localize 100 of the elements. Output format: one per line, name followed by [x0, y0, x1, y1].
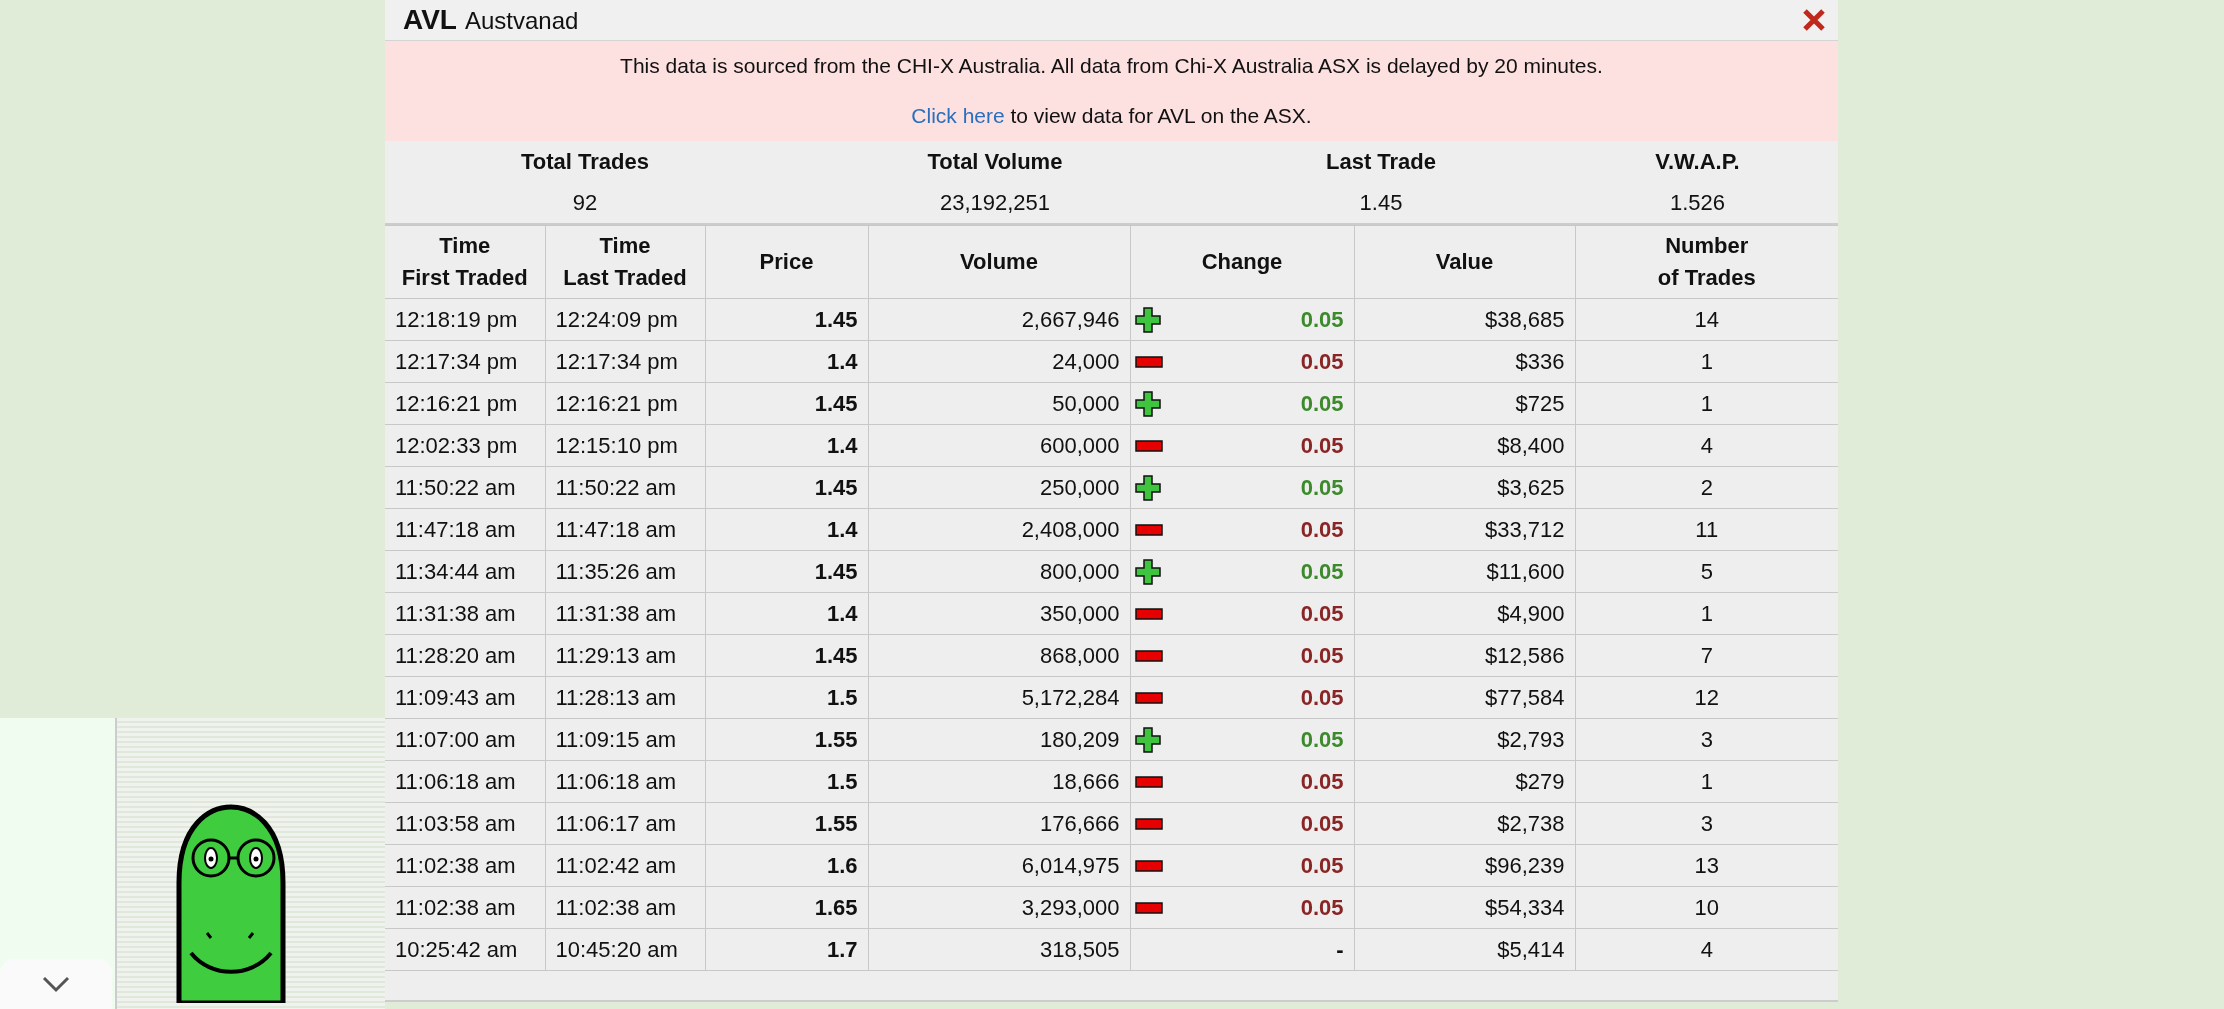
close-icon[interactable] [1802, 8, 1826, 32]
column-header: Change [1130, 225, 1354, 299]
stock-code: AVL [403, 4, 457, 36]
change-value: 0.05 [1300, 432, 1344, 459]
table-cell: $96,239 [1354, 844, 1575, 887]
table-cell: 11:06:18 am [545, 760, 705, 803]
column-header: Time First Traded [385, 225, 545, 299]
table-cell: 11:34:44 am [385, 550, 545, 593]
change-value: 0.05 [1300, 348, 1344, 375]
table-cell: $11,600 [1354, 550, 1575, 593]
table-cell: $336 [1354, 340, 1575, 383]
table-cell: 1.45 [705, 634, 868, 677]
table-cell: 868,000 [868, 634, 1130, 677]
table-cell: 176,666 [868, 802, 1130, 845]
column-header: Volume [868, 225, 1130, 299]
notice-text: This data is sourced from the CHI-X Australia. All data from Chi-X Australia ASX is delayed by 20 minutes. [620, 54, 1603, 78]
change-value: 0.05 [1300, 726, 1344, 753]
chevron-down-icon [41, 975, 71, 993]
table-cell: 11:47:18 am [545, 508, 705, 551]
table-cell: 1.65 [705, 886, 868, 929]
change-value: 0.05 [1300, 852, 1344, 879]
change-value: 0.05 [1300, 642, 1344, 669]
change-value: 0.05 [1300, 810, 1344, 837]
table-cell: 12:17:34 pm [385, 340, 545, 383]
table-cell: 1.7 [705, 928, 868, 971]
table-cell: $38,685 [1354, 298, 1575, 341]
column-header: Price [705, 225, 868, 299]
table-cell: 1.45 [705, 298, 868, 341]
company-name: Austvanad [464, 7, 579, 35]
table-cell: 12:02:33 pm [385, 424, 545, 467]
summary-value: 1.526 [1669, 189, 1726, 216]
table-cell: 12:16:21 pm [385, 382, 545, 425]
table-cell: 12:18:19 pm [385, 298, 545, 341]
table-cell: $2,738 [1354, 802, 1575, 845]
table-cell: 1.55 [705, 802, 868, 845]
change-value: 0.05 [1300, 474, 1344, 501]
table-cell: 12:15:10 pm [545, 424, 705, 467]
table-cell: 10:45:20 am [545, 928, 705, 971]
table-cell: 11:02:38 am [545, 886, 705, 929]
table-cell: $279 [1354, 760, 1575, 803]
table-cell: 11:29:13 am [545, 634, 705, 677]
table-cell: 6,014,975 [868, 844, 1130, 887]
column-header: Value [1354, 225, 1575, 299]
table-cell: 2,667,946 [868, 298, 1130, 341]
table-cell: $4,900 [1354, 592, 1575, 635]
summary-label: Total Trades [521, 148, 649, 175]
table-cell: 11:02:38 am [385, 886, 545, 929]
table-cell: 11:07:00 am [385, 718, 545, 761]
table-cell: 180,209 [868, 718, 1130, 761]
change-value: 0.05 [1300, 558, 1344, 585]
change-value: 0.05 [1300, 768, 1344, 795]
table-cell: 11:47:18 am [385, 508, 545, 551]
table-cell: 800,000 [868, 550, 1130, 593]
table-cell: 11:28:20 am [385, 634, 545, 677]
table-cell: 11:50:22 am [545, 466, 705, 509]
column-header: Time Last Traded [545, 225, 705, 299]
table-cell: 11:09:15 am [545, 718, 705, 761]
table-cell: 11:31:38 am [545, 592, 705, 635]
table-cell: 1.45 [705, 466, 868, 509]
table-cell: $12,586 [1354, 634, 1575, 677]
column-header: Number of Trades [1575, 225, 1838, 299]
summary-label: V.W.A.P. [1655, 148, 1740, 175]
change-value: 0.05 [1300, 516, 1344, 543]
table-cell: $8,400 [1354, 424, 1575, 467]
table-cell: 11:31:38 am [385, 592, 545, 635]
table-cell: 600,000 [868, 424, 1130, 467]
table-cell: 1.4 [705, 592, 868, 635]
table-cell: 1.4 [705, 508, 868, 551]
table-cell: 1.55 [705, 718, 868, 761]
summary-value: 23,192,251 [939, 189, 1051, 216]
click-here-link[interactable]: Click here [911, 104, 1005, 127]
table-cell: 11:35:26 am [545, 550, 705, 593]
table-cell: 3,293,000 [868, 886, 1130, 929]
change-value: - [1336, 936, 1344, 963]
table-cell: 11:02:38 am [385, 844, 545, 887]
table-cell: 1.4 [705, 340, 868, 383]
summary-value: 92 [572, 189, 598, 216]
table-cell: $33,712 [1354, 508, 1575, 551]
change-value: 0.05 [1300, 600, 1344, 627]
change-value: 0.05 [1300, 894, 1344, 921]
table-cell: 1.45 [705, 382, 868, 425]
table-cell: 11:28:13 am [545, 676, 705, 719]
table-cell: 10:25:42 am [385, 928, 545, 971]
table-cell: $54,334 [1354, 886, 1575, 929]
table-cell: 318,505 [868, 928, 1130, 971]
table-cell: 24,000 [868, 340, 1130, 383]
table-cell: 1.5 [705, 676, 868, 719]
change-value: 0.05 [1300, 306, 1344, 333]
change-value: 0.05 [1300, 390, 1344, 417]
table-cell: 2,408,000 [868, 508, 1130, 551]
table-cell: 12:17:34 pm [545, 340, 705, 383]
table-cell: 11:06:18 am [385, 760, 545, 803]
table-cell: 11:09:43 am [385, 676, 545, 719]
table-cell: 350,000 [868, 592, 1130, 635]
table-cell: 12:24:09 pm [545, 298, 705, 341]
table-cell: 11:02:42 am [545, 844, 705, 887]
summary-label: Last Trade [1325, 148, 1436, 175]
link-description: to view data for AVL on the ASX. [1009, 104, 1312, 127]
table-cell: 250,000 [868, 466, 1130, 509]
table-cell: $5,414 [1354, 928, 1575, 971]
